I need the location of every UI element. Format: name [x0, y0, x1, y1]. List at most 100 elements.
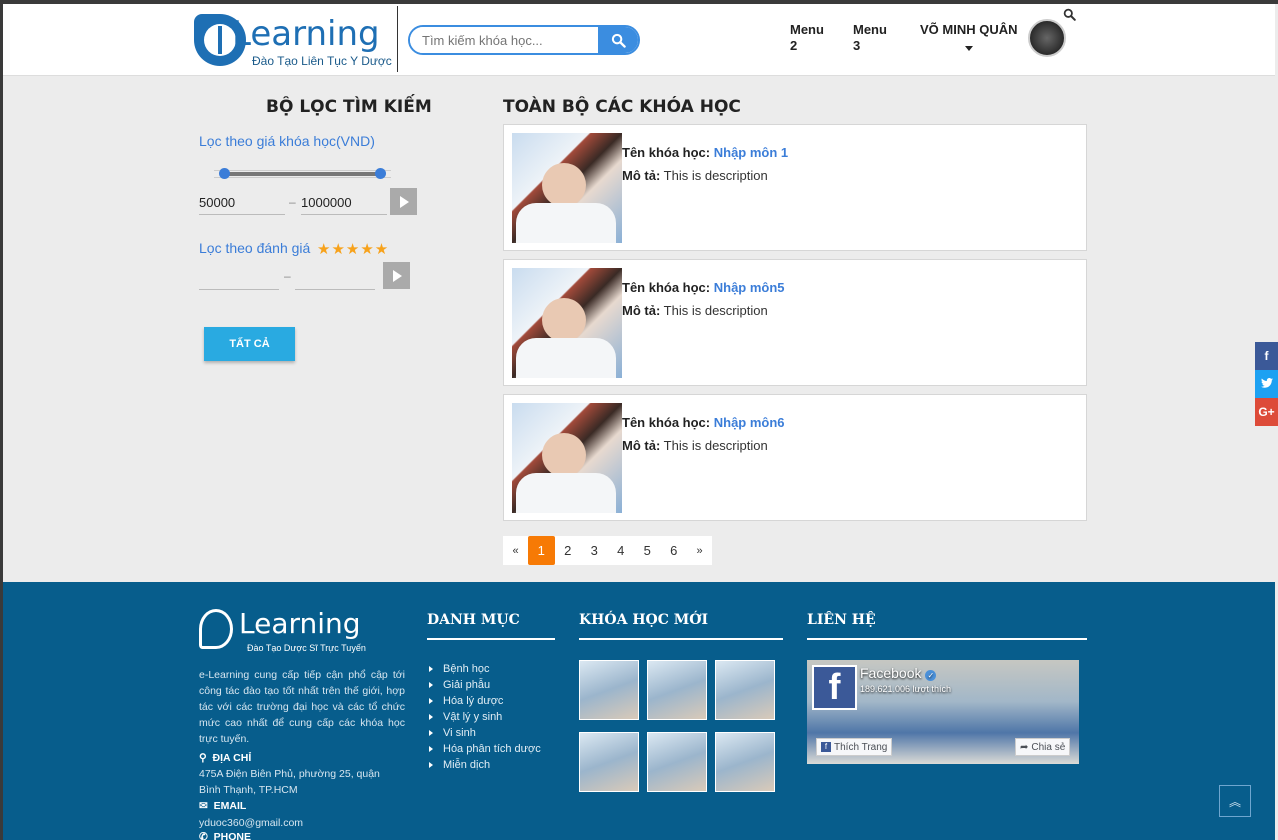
menu-2-label: Menu — [790, 22, 824, 37]
double-chevron-up-icon: ︽ — [1228, 794, 1241, 809]
search-icon — [611, 33, 626, 48]
back-to-top-button[interactable]: ︽ — [1219, 785, 1251, 817]
footer-logo-word: Learning — [239, 607, 361, 640]
price-max-input[interactable]: 1000000 — [301, 188, 387, 215]
site-footer: Learning Đào Tạo Dược Sĩ Trực Tuyến e-Le… — [3, 582, 1275, 840]
site-logo[interactable]: Learning Đào Tạo Liên Tục Y Dược — [194, 8, 396, 74]
page-3[interactable]: 3 — [581, 536, 608, 565]
course-name-line: Tên khóa học: Nhập môn 1 — [622, 145, 788, 160]
search-input[interactable] — [410, 27, 598, 53]
course-name-link[interactable]: Nhập môn 1 — [714, 145, 788, 160]
price-range-dash: – — [289, 195, 296, 209]
search-button[interactable] — [598, 27, 638, 53]
category-item[interactable]: Vật lý y sinh — [428, 709, 541, 725]
course-thumbnail[interactable] — [512, 403, 622, 513]
new-course-thumbnail[interactable] — [647, 660, 707, 720]
facebook-page-name[interactable]: Facebook ✓ — [860, 665, 937, 681]
facebook-like-page-button[interactable]: f Thích Trang — [816, 738, 893, 756]
google-plus-share-button[interactable]: G+ — [1255, 398, 1278, 426]
new-courses-heading: KHÓA HỌC MỚI — [579, 612, 783, 640]
page-6[interactable]: 6 — [661, 536, 688, 565]
course-name-label: Tên khóa học: — [622, 145, 711, 160]
new-course-thumbnail[interactable] — [647, 732, 707, 792]
footer-logo[interactable]: Learning Đào Tạo Dược Sĩ Trực Tuyến — [199, 607, 379, 657]
footer-logo-e-icon — [199, 609, 233, 649]
rating-range-dash: – — [284, 269, 291, 283]
category-item[interactable]: Bệnh học — [428, 661, 541, 677]
course-desc-label: Mô tả: — [622, 303, 661, 318]
course-name-link[interactable]: Nhập môn6 — [714, 415, 785, 430]
new-course-thumbnail[interactable] — [715, 660, 775, 720]
map-marker-icon: ⚲ — [199, 752, 207, 764]
header-search-toggle[interactable] — [1063, 8, 1076, 26]
menu-2-number: 2 — [790, 38, 798, 53]
page-5[interactable]: 5 — [634, 536, 661, 565]
facebook-small-icon: f — [821, 742, 831, 752]
facebook-icon: f — [1264, 349, 1269, 363]
category-item[interactable]: Vi sinh — [428, 725, 541, 741]
pagination-next[interactable]: » — [687, 536, 712, 565]
rating-apply-button[interactable] — [383, 262, 410, 289]
filter-title: BỘ LỌC TÌM KIẾM — [266, 97, 432, 117]
menu-3-label: Menu — [853, 22, 887, 37]
facebook-logo-icon[interactable]: f — [812, 665, 857, 710]
search-box — [408, 25, 640, 55]
header-divider — [397, 6, 398, 72]
rating-min-input[interactable] — [199, 263, 279, 290]
user-menu[interactable]: VÕ MINH QUÂN — [920, 22, 1018, 37]
facebook-share-button[interactable]: f — [1255, 342, 1278, 370]
search-icon — [1063, 8, 1076, 21]
category-item[interactable]: Giải phẫu — [428, 677, 541, 693]
category-item[interactable]: Hóa lý dược — [428, 693, 541, 709]
category-item[interactable]: Hóa phân tích dược — [428, 741, 541, 757]
price-min-input[interactable]: 50000 — [199, 188, 285, 215]
pagination-prev[interactable]: « — [503, 536, 528, 565]
page-1[interactable]: 1 — [528, 536, 555, 565]
course-thumbnail[interactable] — [512, 133, 622, 243]
category-item[interactable]: Miễn dịch — [428, 757, 541, 773]
menu-2[interactable]: Menu 2 — [790, 22, 824, 54]
twitter-share-button[interactable] — [1255, 370, 1278, 398]
new-course-thumbnail[interactable] — [579, 732, 639, 792]
course-description: This is description — [663, 438, 768, 453]
caret-down-icon[interactable] — [965, 46, 973, 51]
address-label: ⚲ ĐỊA CHỈ — [199, 752, 251, 764]
show-all-button[interactable]: TẤT CẢ — [204, 327, 295, 361]
phone-label: ✆ PHONE — [199, 831, 251, 840]
page-2[interactable]: 2 — [555, 536, 582, 565]
course-desc-line: Mô tả: This is description — [622, 438, 768, 453]
course-name-label: Tên khóa học: — [622, 280, 711, 295]
pagination: « 1 2 3 4 5 6 » — [503, 536, 712, 565]
rating-max-input[interactable] — [295, 263, 375, 290]
facebook-page-widget[interactable]: f Facebook ✓ 189.621.006 lượt thích f Thí… — [807, 660, 1079, 764]
price-apply-button[interactable] — [390, 188, 417, 215]
new-course-thumbnail[interactable] — [715, 732, 775, 792]
course-desc-label: Mô tả: — [622, 168, 661, 183]
course-thumbnail[interactable] — [512, 268, 622, 378]
menu-3[interactable]: Menu 3 — [853, 22, 887, 54]
course-name-line: Tên khóa học: Nhập môn6 — [622, 415, 785, 430]
new-course-thumbnail[interactable] — [579, 660, 639, 720]
play-icon — [393, 269, 402, 282]
avatar[interactable] — [1028, 19, 1066, 57]
course-name-line: Tên khóa học: Nhập môn5 — [622, 280, 785, 295]
course-card[interactable]: Tên khóa học: Nhập môn5 Mô tả: This is d… — [503, 259, 1087, 386]
logo-word: Learning — [232, 14, 380, 54]
logo-subtitle: Đào Tạo Liên Tục Y Dược — [252, 54, 392, 68]
site-header: Learning Đào Tạo Liên Tục Y Dược Menu 2 … — [3, 4, 1275, 76]
email-value[interactable]: yduoc360@gmail.com — [199, 815, 399, 831]
course-desc-label: Mô tả: — [622, 438, 661, 453]
price-slider-min-handle[interactable] — [219, 168, 230, 179]
page-4[interactable]: 4 — [608, 536, 635, 565]
course-name-link[interactable]: Nhập môn5 — [714, 280, 785, 295]
course-card[interactable]: Tên khóa học: Nhập môn 1 Mô tả: This is … — [503, 124, 1087, 251]
share-arrow-icon: ➦ — [1020, 741, 1029, 753]
price-slider-track[interactable] — [224, 172, 381, 176]
price-slider-max-handle[interactable] — [375, 168, 386, 179]
contact-heading: LIÊN HỆ — [807, 612, 1087, 640]
twitter-icon — [1260, 377, 1273, 391]
facebook-page-name-text: Facebook — [860, 665, 922, 681]
phone-icon: ✆ — [199, 831, 208, 840]
facebook-share-page-button[interactable]: ➦ Chia sẻ — [1015, 738, 1071, 756]
course-card[interactable]: Tên khóa học: Nhập môn6 Mô tả: This is d… — [503, 394, 1087, 521]
